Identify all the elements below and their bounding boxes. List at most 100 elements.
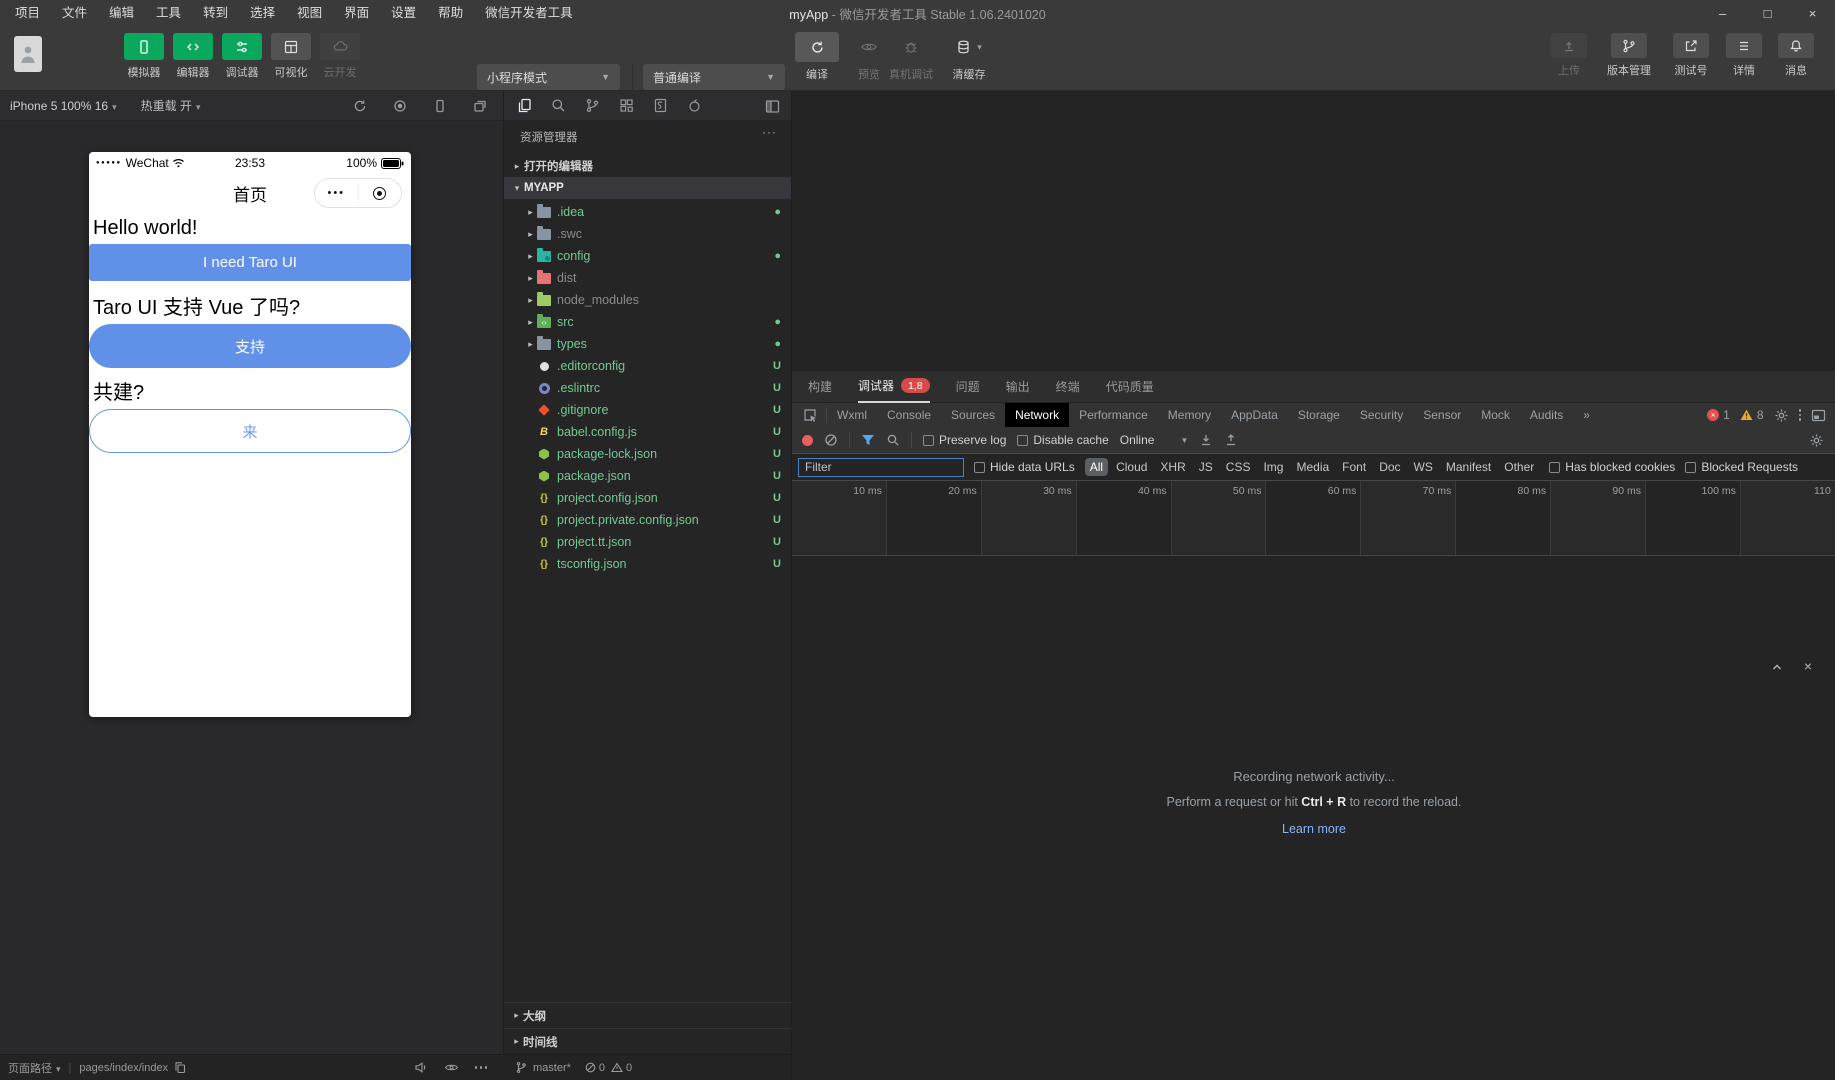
network-timeline[interactable]: 10 ms 20 ms 30 ms 40 ms 50 ms 60 ms 70 ms 80 ms… (792, 481, 1835, 556)
devtools-tab[interactable]: Network (1005, 403, 1070, 427)
tree-row[interactable]: package.json U (504, 465, 791, 487)
type-filter[interactable]: WS (1409, 458, 1438, 476)
type-filter[interactable]: Img (1258, 458, 1288, 476)
avatar[interactable] (14, 36, 42, 72)
devtools-tab[interactable]: » (1573, 403, 1600, 427)
close-mini-program-button[interactable] (359, 186, 402, 200)
menu-item[interactable]: 帮助 (427, 0, 474, 27)
debugger-tab[interactable]: 终端 (1056, 371, 1080, 403)
menu-item[interactable]: 界面 (333, 0, 380, 27)
eye-icon[interactable] (444, 1062, 459, 1073)
type-filter[interactable]: Cloud (1111, 458, 1152, 476)
type-filter[interactable]: CSS (1221, 458, 1256, 476)
npm-icon[interactable] (686, 97, 703, 114)
tree-row[interactable]: ▸ node_modules (504, 289, 791, 311)
type-filter[interactable]: Media (1291, 458, 1334, 476)
learn-more-link[interactable]: Learn more (1282, 822, 1346, 836)
come-button[interactable]: 来 (89, 409, 411, 453)
debugger-tab[interactable]: 代码质量 (1106, 371, 1154, 403)
tree-row[interactable]: project.config.json U (504, 487, 791, 509)
filter-icon[interactable] (861, 434, 875, 446)
tree-row[interactable]: project.private.config.json U (504, 509, 791, 531)
devtools-tab[interactable]: Sensor (1413, 403, 1471, 427)
devtools-tab[interactable]: Sources (941, 403, 1005, 427)
type-filter[interactable]: XHR (1155, 458, 1190, 476)
upload-button[interactable]: 上传 (1545, 33, 1593, 78)
menu-item[interactable]: 项目 (4, 0, 51, 27)
warning-count[interactable]: 8 (1757, 408, 1764, 422)
devtools-tab[interactable]: Performance (1069, 403, 1158, 427)
import-har-icon[interactable] (1199, 433, 1213, 447)
menu-item[interactable]: 选择 (239, 0, 286, 27)
open-editors-section[interactable]: ▸ 打开的编辑器 (504, 155, 791, 177)
close-button[interactable]: × (1790, 0, 1835, 27)
devtools-tab[interactable]: Storage (1288, 403, 1350, 427)
devtools-tab[interactable]: Security (1350, 403, 1413, 427)
devtools-tab[interactable]: Memory (1158, 403, 1221, 427)
branch-name[interactable]: master* (533, 1062, 571, 1074)
tree-row[interactable]: .editorconfig U (504, 355, 791, 377)
preserve-log-checkbox[interactable]: Preserve log (923, 433, 1006, 447)
mode-select[interactable]: 小程序模式 ▼ (477, 64, 620, 90)
devtools-tab[interactable]: Wxml (827, 403, 877, 427)
hot-reload-toggle[interactable]: 热重载 开 ▾ (141, 97, 201, 114)
search-icon[interactable] (550, 97, 567, 114)
type-filter[interactable]: JS (1194, 458, 1218, 476)
tree-row[interactable]: .eslintrc U (504, 377, 791, 399)
debugger-toggle[interactable]: 调试器 (218, 33, 266, 80)
dock-icon[interactable] (1811, 409, 1826, 422)
device-debug-button[interactable]: 真机调试 (880, 32, 942, 82)
tree-row[interactable]: ▸ src ● (504, 311, 791, 333)
type-filter[interactable]: Doc (1374, 458, 1405, 476)
extensions-icon[interactable] (618, 97, 635, 114)
sound-icon[interactable] (414, 1061, 428, 1074)
error-count[interactable]: 1 (1723, 408, 1730, 422)
menu-item[interactable]: 微信开发者工具 (474, 0, 584, 27)
need-taro-button[interactable]: I need Taro UI (89, 244, 411, 281)
files-icon[interactable] (516, 97, 533, 114)
cloud-dev-toggle[interactable]: 云开发 (316, 33, 364, 80)
visual-toggle[interactable]: 可视化 (267, 33, 315, 80)
debugger-tab[interactable]: 输出 (1006, 371, 1030, 403)
devtools-tab[interactable]: Audits (1520, 403, 1573, 427)
network-settings-icon[interactable] (1809, 433, 1835, 448)
tree-row[interactable]: package-lock.json U (504, 443, 791, 465)
minimize-button[interactable]: – (1700, 0, 1745, 27)
timeline-section[interactable]: ▸ 时间线 (504, 1028, 791, 1054)
blocked-requests-checkbox[interactable]: Blocked Requests (1685, 460, 1798, 474)
type-filter[interactable]: Manifest (1441, 458, 1496, 476)
version-control-button[interactable]: 版本管理 (1597, 33, 1661, 78)
blocked-cookies-checkbox[interactable]: Has blocked cookies (1549, 460, 1675, 474)
more-options-icon[interactable] (474, 1066, 487, 1069)
type-filter[interactable]: Font (1337, 458, 1371, 476)
devtools-tab[interactable]: Console (877, 403, 941, 427)
settings-icon[interactable] (1774, 408, 1789, 423)
float-window-icon[interactable] (472, 98, 488, 114)
menu-item[interactable]: 文件 (51, 0, 98, 27)
page-path-select[interactable]: 页面路径 ▾ (8, 1060, 61, 1076)
disable-cache-checkbox[interactable]: Disable cache (1017, 433, 1109, 447)
menu-item[interactable]: 转到 (192, 0, 239, 27)
kebab-menu-icon[interactable] (1798, 409, 1801, 421)
tree-row[interactable]: .gitignore U (504, 399, 791, 421)
devtools-tab[interactable]: AppData (1221, 403, 1288, 427)
more-button[interactable]: ••• (315, 187, 358, 199)
menu-item[interactable]: 设置 (380, 0, 427, 27)
record-button[interactable] (802, 434, 813, 446)
messages-button[interactable]: 消息 (1771, 33, 1821, 78)
tree-row[interactable]: ▸ .idea ● (504, 201, 791, 223)
type-filter[interactable]: Other (1499, 458, 1539, 476)
export-har-icon[interactable] (1224, 433, 1238, 447)
copy-icon[interactable] (174, 1061, 186, 1074)
clear-icon[interactable] (824, 433, 838, 447)
source-control-icon[interactable] (584, 97, 601, 114)
filter-input[interactable] (798, 457, 964, 477)
menu-item[interactable]: 视图 (286, 0, 333, 27)
outline-section[interactable]: ▸ 大纲 (504, 1002, 791, 1028)
explorer-more-icon[interactable]: ··· (762, 125, 777, 139)
tree-row[interactable]: ▸ config ● (504, 245, 791, 267)
devtools-tab[interactable]: Mock (1471, 403, 1520, 427)
hide-data-urls-checkbox[interactable]: Hide data URLs (974, 460, 1075, 474)
tree-row[interactable]: ▸ dist (504, 267, 791, 289)
tree-row[interactable]: tsconfig.json U (504, 553, 791, 575)
